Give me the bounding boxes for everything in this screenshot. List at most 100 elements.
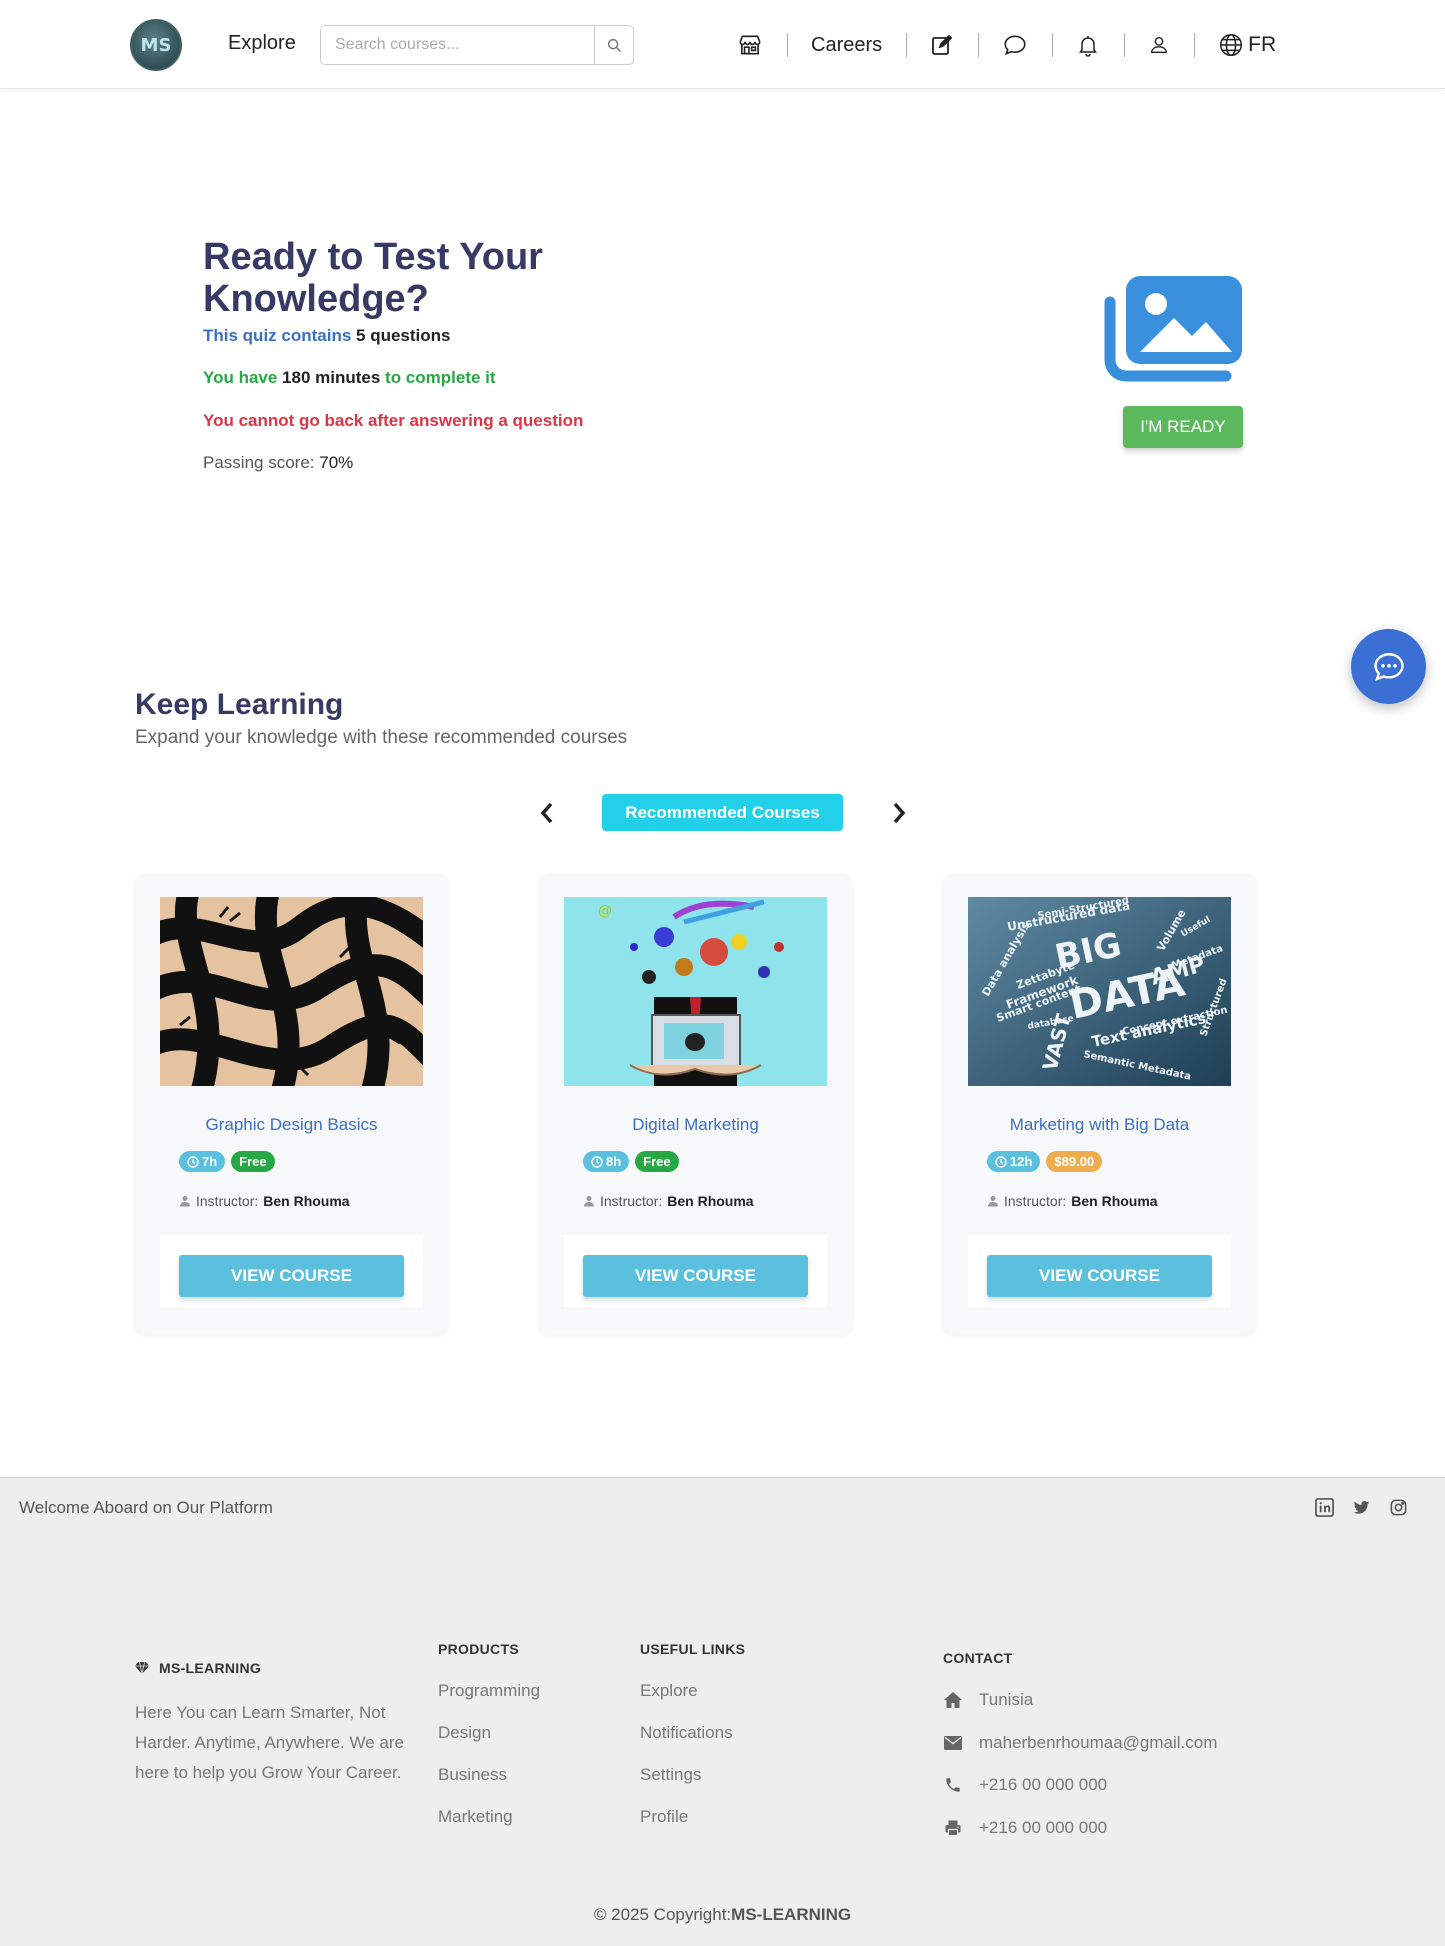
image-icon xyxy=(1104,276,1242,382)
quiz-contains-suffix: questions xyxy=(365,326,451,345)
contact-email[interactable]: maherbenrhoumaa@gmail.com xyxy=(943,1733,1217,1753)
duration-text: 12h xyxy=(1010,1154,1033,1169)
footer-useful-link[interactable]: Profile xyxy=(640,1807,688,1827)
chat-icon xyxy=(1004,35,1026,56)
quiz-passing-score: Passing score: 70% xyxy=(203,453,353,473)
search-button[interactable] xyxy=(594,26,633,64)
quiz-time-suffix: to complete it xyxy=(380,368,496,387)
course-instructor: Instructor: Ben Rhouma xyxy=(987,1193,1158,1209)
copyright-brand[interactable]: MS-LEARNING xyxy=(731,1905,851,1924)
user-icon xyxy=(1151,36,1168,54)
user-icon xyxy=(180,1196,190,1207)
notifications-button[interactable] xyxy=(1052,24,1124,66)
chevron-left-icon xyxy=(540,802,553,824)
instagram-link[interactable] xyxy=(1389,1498,1408,1517)
quiz-contains-prefix: This quiz contains xyxy=(203,326,357,345)
tab-recommended-courses[interactable]: Recommended Courses xyxy=(602,794,843,831)
contact-phone[interactable]: +216 00 000 000 xyxy=(943,1775,1107,1795)
contact-phone-text: +216 00 000 000 xyxy=(979,1775,1108,1794)
footer-copyright: © 2025 Copyright:MS-LEARNING xyxy=(0,1905,1445,1925)
twitter-link[interactable] xyxy=(1352,1498,1371,1517)
search-bar xyxy=(320,25,634,65)
course-card: Semi-Structured Unstructured data BIG DA… xyxy=(943,873,1256,1334)
home-icon xyxy=(944,1692,962,1708)
footer-product-link[interactable]: Business xyxy=(438,1765,507,1785)
im-ready-button[interactable]: I'M READY xyxy=(1123,406,1243,448)
footer-product-link[interactable]: Design xyxy=(438,1723,491,1743)
edit-button[interactable] xyxy=(906,24,978,66)
carousel-next-button[interactable] xyxy=(884,797,914,829)
instructor-label: Instructor: xyxy=(196,1193,259,1209)
diamond-icon xyxy=(135,1662,149,1674)
course-thumbnail[interactable] xyxy=(160,897,423,1086)
envelope-icon xyxy=(944,1736,962,1750)
search-icon xyxy=(607,38,621,52)
instagram-icon xyxy=(1390,1499,1407,1516)
footer-product-link[interactable]: Programming xyxy=(438,1681,540,1701)
quiz-time-value: 180 minutes xyxy=(282,368,381,387)
footer-products-title: PRODUCTS xyxy=(438,1641,519,1657)
contact-fax-text: +216 00 000 000 xyxy=(979,1818,1108,1837)
nav-careers-link[interactable]: Careers xyxy=(787,24,906,66)
linkedin-icon xyxy=(1315,1498,1334,1517)
clock-icon xyxy=(187,1155,199,1168)
course-title[interactable]: Marketing with Big Data xyxy=(943,1115,1256,1135)
copyright-prefix: © 2025 Copyright: xyxy=(593,1905,732,1924)
view-course-button[interactable]: VIEW COURSE xyxy=(179,1255,404,1297)
course-instructor: Instructor: Ben Rhouma xyxy=(179,1193,350,1209)
svg-text:@: @ xyxy=(598,903,612,919)
search-input[interactable] xyxy=(321,26,594,64)
passing-score-value: 70% xyxy=(319,453,354,472)
footer-product-link[interactable]: Marketing xyxy=(438,1807,513,1827)
view-course-button[interactable]: VIEW COURSE xyxy=(987,1255,1212,1297)
price-badge: $89.00 xyxy=(1046,1151,1103,1172)
language-switcher[interactable]: FR xyxy=(1194,24,1276,66)
footer-useful-link[interactable]: Notifications xyxy=(640,1723,733,1743)
nav-explore-link[interactable]: Explore xyxy=(228,32,296,55)
footer-useful-link[interactable]: Explore xyxy=(640,1681,698,1701)
carousel-prev-button[interactable] xyxy=(532,797,562,829)
clock-icon xyxy=(995,1155,1007,1168)
contact-fax: +216 00 000 000 xyxy=(943,1818,1107,1838)
course-badges: 12h $89.00 xyxy=(987,1151,1103,1172)
bell-icon xyxy=(1079,36,1098,57)
passing-score-label: Passing score: xyxy=(203,453,320,472)
language-label: FR xyxy=(1248,33,1277,56)
footer-brand-name: MS-LEARNING xyxy=(159,1660,262,1676)
quiz-time-limit: You have 180 minutes to complete it xyxy=(203,368,496,388)
course-thumbnail[interactable]: Semi-Structured Unstructured data BIG DA… xyxy=(968,897,1231,1086)
instructor-label: Instructor: xyxy=(1004,1193,1067,1209)
store-icon xyxy=(739,35,761,55)
chat-icon xyxy=(1373,652,1404,681)
store-button[interactable] xyxy=(733,24,787,66)
footer-useful-link[interactable]: Settings xyxy=(640,1765,701,1785)
linkedin-link[interactable] xyxy=(1315,1498,1334,1517)
course-thumbnail[interactable]: @ xyxy=(564,897,827,1086)
instructor-label: Instructor: xyxy=(600,1193,663,1209)
duration-badge: 12h xyxy=(987,1151,1041,1172)
contact-address: Tunisia xyxy=(943,1690,1033,1710)
quiz-title: Ready to Test Your Knowledge? xyxy=(203,236,543,320)
footer-welcome: Welcome Aboard on Our Platform xyxy=(19,1498,273,1517)
twitter-icon xyxy=(1353,1501,1370,1514)
duration-badge: 7h xyxy=(179,1151,226,1172)
quiz-question-count: This quiz contains 5 questions xyxy=(203,326,451,346)
instructor-name: Ben Rhouma xyxy=(1071,1193,1158,1209)
instructor-name: Ben Rhouma xyxy=(263,1193,350,1209)
price-badge: Free xyxy=(635,1151,679,1172)
duration-badge: 8h xyxy=(583,1151,630,1172)
duration-text: 8h xyxy=(606,1154,622,1169)
logo[interactable]: MS xyxy=(130,19,182,71)
view-course-button[interactable]: VIEW COURSE xyxy=(583,1255,808,1297)
clock-icon xyxy=(591,1155,603,1168)
edit-icon xyxy=(932,34,953,55)
footer-contact-title: CONTACT xyxy=(943,1650,1013,1666)
course-title[interactable]: Digital Marketing xyxy=(539,1115,852,1135)
course-instructor: Instructor: Ben Rhouma xyxy=(583,1193,754,1209)
course-title[interactable]: Graphic Design Basics xyxy=(135,1115,448,1135)
profile-button[interactable] xyxy=(1124,24,1194,66)
chat-fab-button[interactable] xyxy=(1351,629,1426,704)
user-icon xyxy=(584,1196,594,1207)
messages-button[interactable] xyxy=(978,24,1052,66)
contact-address-text: Tunisia xyxy=(979,1690,1034,1709)
